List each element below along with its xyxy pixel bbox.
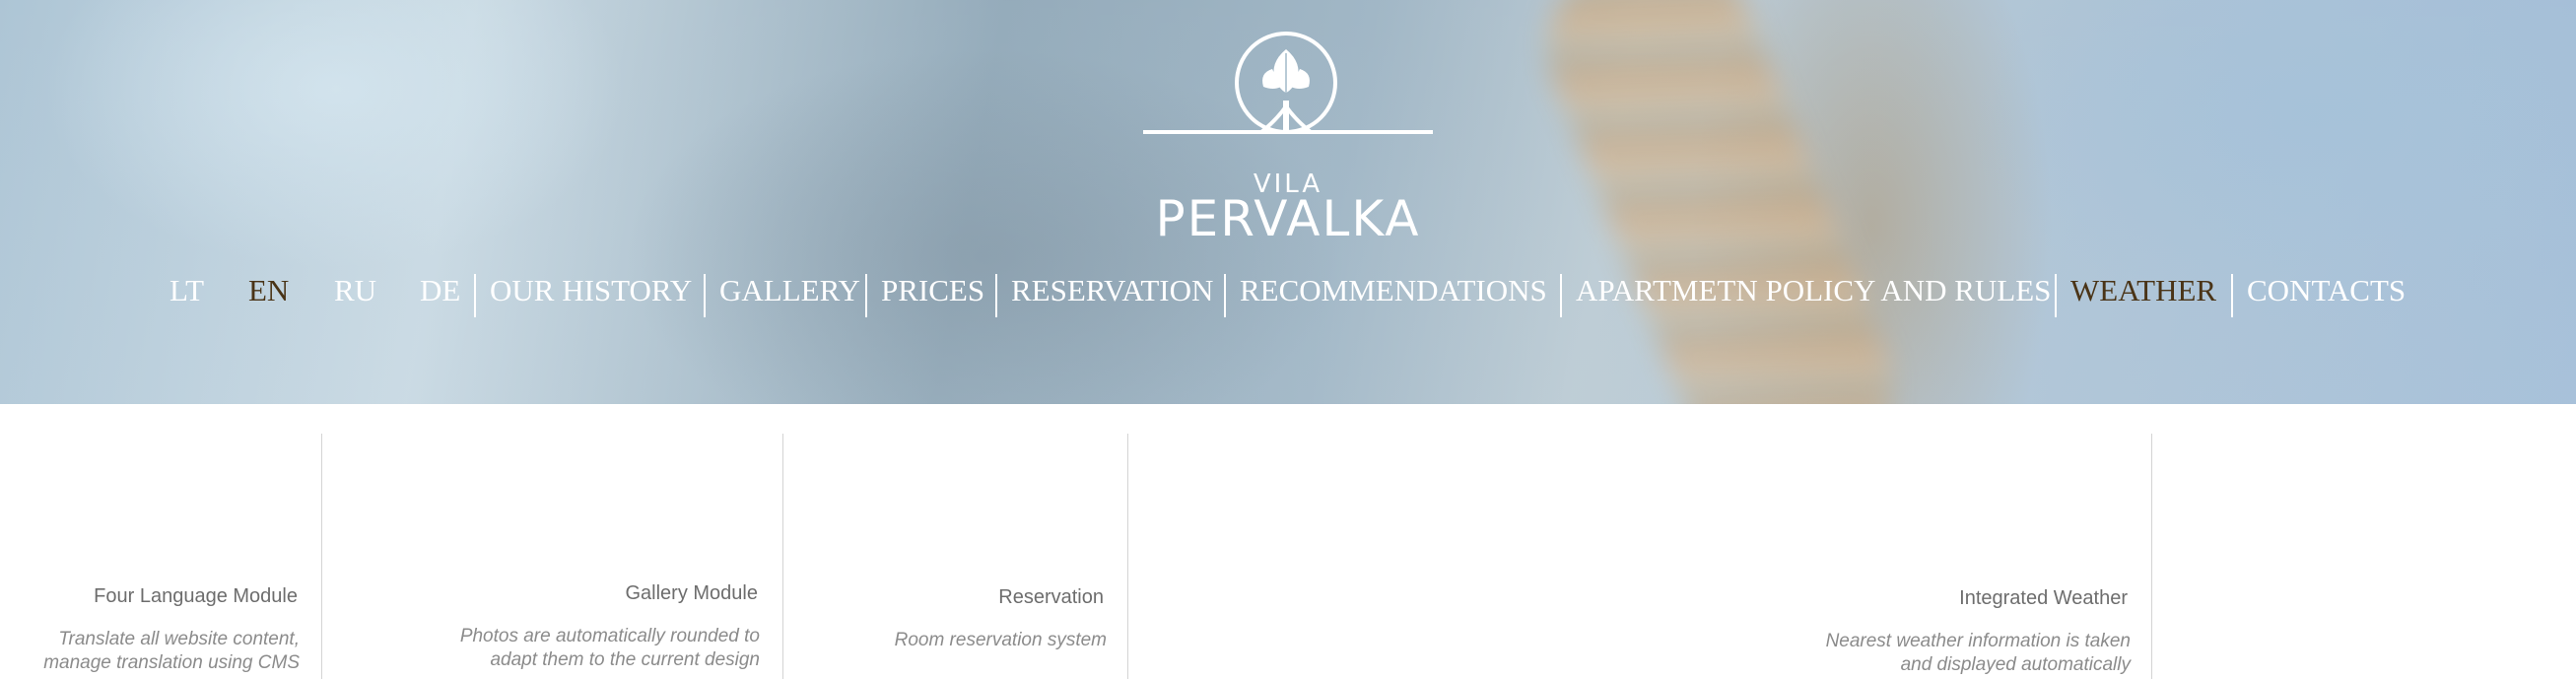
nav-item-apartment-policy[interactable]: APARTMETN POLICY AND RULES	[1576, 270, 2051, 319]
feature-divider	[2151, 434, 2152, 679]
nav-item-reservation[interactable]: RESERVATION	[1011, 270, 1213, 319]
features-section: Four Language Module Translate all websi…	[0, 404, 2576, 679]
language-en[interactable]: EN	[248, 270, 289, 319]
site-logo[interactable]: VILA PERVALKA	[1143, 30, 1433, 247]
hero-banner: VILA PERVALKA LT EN RU DE OUR HISTORY GA…	[0, 0, 2576, 404]
nav-item-our-history[interactable]: OUR HISTORY	[490, 270, 692, 319]
nav-item-gallery[interactable]: GALLERY	[719, 270, 860, 319]
feature-desc-languages: Translate all website content, manage tr…	[43, 629, 300, 673]
logo-large-text: PERVALKA	[1155, 190, 1421, 247]
feature-divider	[1127, 434, 1128, 679]
nav-item-contacts[interactable]: CONTACTS	[2247, 270, 2406, 319]
feature-title-reservation: Reservation	[998, 586, 1104, 608]
nav-separator	[474, 274, 476, 317]
logo-tree-emblem-icon	[1143, 32, 1433, 134]
nav-separator	[704, 274, 706, 317]
main-navigation: LT EN RU DE OUR HISTORY GALLERY PRICES R…	[0, 270, 2576, 319]
feature-title-weather: Integrated Weather	[1959, 587, 2128, 609]
feature-desc-gallery: Photos are automatically rounded to adap…	[459, 626, 760, 670]
nav-separator	[1224, 274, 1226, 317]
feature-desc-reservation: Room reservation system	[894, 630, 1107, 650]
feature-divider	[321, 434, 322, 679]
feature-desc-weather: Nearest weather information is taken and…	[1825, 631, 2131, 675]
nav-item-weather[interactable]: WEATHER	[2070, 270, 2216, 319]
nav-separator	[1560, 274, 1562, 317]
nav-separator	[2231, 274, 2233, 317]
nav-item-prices[interactable]: PRICES	[881, 270, 984, 319]
feature-title-languages: Four Language Module	[94, 585, 298, 607]
language-de[interactable]: DE	[420, 270, 460, 319]
language-ru[interactable]: RU	[334, 270, 376, 319]
nav-separator	[865, 274, 867, 317]
nav-separator	[995, 274, 997, 317]
language-lt[interactable]: LT	[169, 270, 204, 319]
nav-separator	[2055, 274, 2057, 317]
nav-item-recommendations[interactable]: RECOMMENDATIONS	[1240, 270, 1547, 319]
feature-title-gallery: Gallery Module	[625, 582, 758, 604]
